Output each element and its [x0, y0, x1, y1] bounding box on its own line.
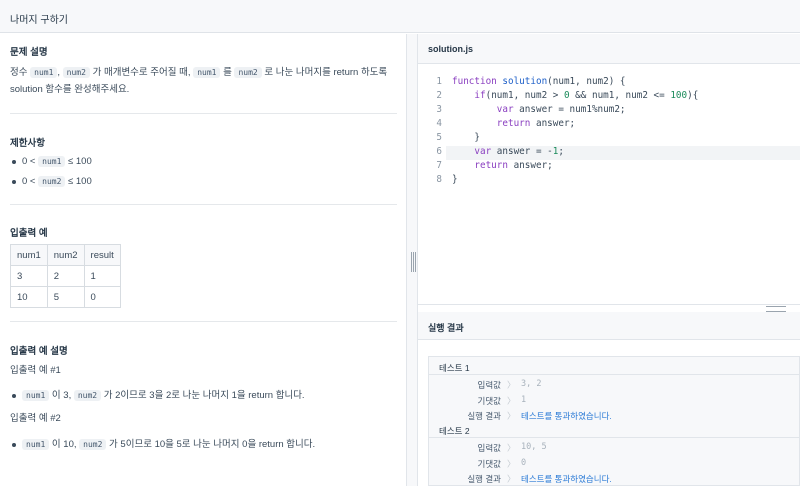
arrow-icon: 〉 [507, 381, 516, 391]
table-header-row: num1 num2 result [10, 244, 121, 266]
column-header: num2 [46, 244, 85, 266]
editor-panel: solution.js 1 2 3 4 5 6 7 8 function sol… [418, 34, 800, 486]
arrow-icon: 〉 [507, 444, 516, 454]
code-num2: num2 [38, 176, 66, 187]
table-row: 3 2 1 [10, 265, 121, 287]
arrow-icon: 〉 [507, 412, 516, 422]
results-header: 실행 결과 [418, 312, 800, 340]
code-line[interactable]: if(num1, num2 > 0 && num1, num2 <= 100){ [452, 90, 698, 101]
description-line-1: 정수 num1, num2 가 매개변수로 주어질 때, num1 를 num2… [10, 64, 387, 81]
line-number: 8 [436, 174, 442, 185]
constraints-heading: 제한사항 [10, 138, 45, 149]
list-item: num1 이 10, num2 가 5이므로 10을 5로 나눈 나머지 0을 … [11, 436, 315, 456]
divider [429, 437, 799, 438]
divider [429, 374, 799, 375]
example-1-list: num1 이 3, num2 가 2이므로 3을 2로 나눈 나머지 1을 re… [12, 387, 305, 407]
problem-title: 나머지 구하기 [10, 15, 68, 26]
example-1-title: 입출력 예 #1 [10, 365, 61, 376]
expected-label: 기댓값 [477, 459, 501, 469]
input-value: 3, 2 [521, 379, 542, 389]
input-label: 입력값 [477, 443, 501, 453]
result-label: 실행 결과 [467, 474, 501, 484]
line-number: 3 [436, 104, 442, 115]
line-number: 2 [436, 90, 442, 101]
code-line[interactable]: var answer = num1%num2; [452, 104, 626, 115]
test-name: 테스트 2 [439, 426, 470, 436]
code-num2: num2 [62, 67, 90, 78]
table-row: 10 5 0 [10, 286, 121, 308]
line-number: 1 [436, 76, 442, 87]
list-item: num1 이 3, num2 가 2이므로 3을 2로 나눈 나머지 1을 re… [12, 387, 305, 407]
description-line-2: solution 함수를 완성해주세요. [10, 84, 130, 95]
code-line[interactable]: function solution(num1, num2) { [452, 76, 626, 87]
column-header: num1 [10, 244, 48, 266]
vertical-resize-handle[interactable] [418, 304, 800, 312]
explanation-heading: 입출력 예 설명 [10, 346, 68, 357]
code-num2: num2 [73, 390, 102, 401]
code-num1: num1 [22, 439, 50, 450]
code-editor[interactable]: 1 2 3 4 5 6 7 8 function solution(num1, … [418, 64, 800, 304]
divider [10, 321, 397, 322]
code-num1: num1 [38, 156, 66, 167]
arrow-icon: 〉 [507, 397, 516, 407]
desc-text: 정수 [10, 67, 28, 78]
code-num2: num2 [79, 439, 107, 450]
code-line[interactable]: return answer; [452, 160, 552, 171]
results-box: 테스트 1 입력값 〉 3, 2 기댓값 〉 1 실행 결과 〉 테스트를 통과… [428, 356, 800, 486]
input-label: 입력값 [477, 380, 501, 390]
result-value: 테스트를 통과하였습니다. [521, 474, 612, 484]
code-num2: num2 [234, 67, 262, 78]
divider [10, 113, 397, 114]
code-line[interactable]: return answer; [452, 118, 575, 129]
examples-heading: 입출력 예 [10, 228, 48, 239]
table-cell: 2 [46, 265, 85, 287]
table-cell: 1 [83, 265, 121, 287]
expected-value: 0 [521, 458, 527, 468]
line-number: 6 [436, 146, 442, 157]
constraints-list: 0 < num1 ≤ 100 0 < num2 ≤ 100 [12, 153, 92, 193]
file-name: solution.js [428, 44, 473, 54]
code-line[interactable]: } [452, 132, 480, 143]
code-line[interactable]: } [452, 174, 458, 185]
example-2-title: 입출력 예 #2 [10, 413, 61, 424]
arrow-icon: 〉 [507, 475, 516, 485]
result-value: 테스트를 통과하였습니다. [521, 411, 612, 421]
list-item: 0 < num1 ≤ 100 [12, 153, 92, 173]
drag-grip-icon[interactable] [411, 252, 416, 272]
code-line[interactable]: var answer = -1; [452, 146, 564, 157]
test-name: 테스트 1 [439, 363, 470, 373]
expected-value: 1 [521, 395, 527, 405]
example-2-list: num1 이 10, num2 가 5이므로 10을 5로 나눈 나머지 0을 … [11, 436, 315, 456]
results-heading: 실행 결과 [428, 323, 464, 333]
table-cell: 10 [10, 286, 48, 308]
result-label: 실행 결과 [467, 411, 501, 421]
arrow-icon: 〉 [507, 460, 516, 470]
expected-label: 기댓값 [477, 396, 501, 406]
desc-text: 가 매개변수로 주어질 때, [92, 67, 191, 78]
desc-text: 를 [223, 67, 232, 78]
divider [10, 204, 397, 205]
code-num1: num1 [30, 67, 58, 78]
code-num1: num1 [22, 390, 50, 401]
table-cell: 5 [46, 286, 85, 308]
problem-panel: 문제 설명 정수 num1, num2 가 매개변수로 주어질 때, num1 … [0, 34, 406, 486]
desc-comma: , [57, 67, 61, 78]
description-heading: 문제 설명 [10, 47, 48, 58]
table-cell: 0 [83, 286, 121, 308]
line-number: 7 [436, 160, 442, 171]
examples-table: num1 num2 result 3 2 1 10 5 0 [10, 244, 121, 308]
line-number: 4 [436, 118, 442, 129]
table-cell: 3 [10, 265, 48, 287]
desc-text: 로 나눈 나머지를 return 하도록 [264, 67, 388, 78]
code-num1: num1 [193, 67, 221, 78]
column-header: result [83, 244, 121, 266]
input-value: 10, 5 [521, 442, 547, 452]
panel-resize-handle[interactable] [406, 34, 418, 486]
list-item: 0 < num2 ≤ 100 [12, 173, 92, 193]
editor-header: solution.js [418, 34, 800, 64]
line-number: 5 [436, 132, 442, 143]
top-bar: 나머지 구하기 [0, 0, 800, 33]
